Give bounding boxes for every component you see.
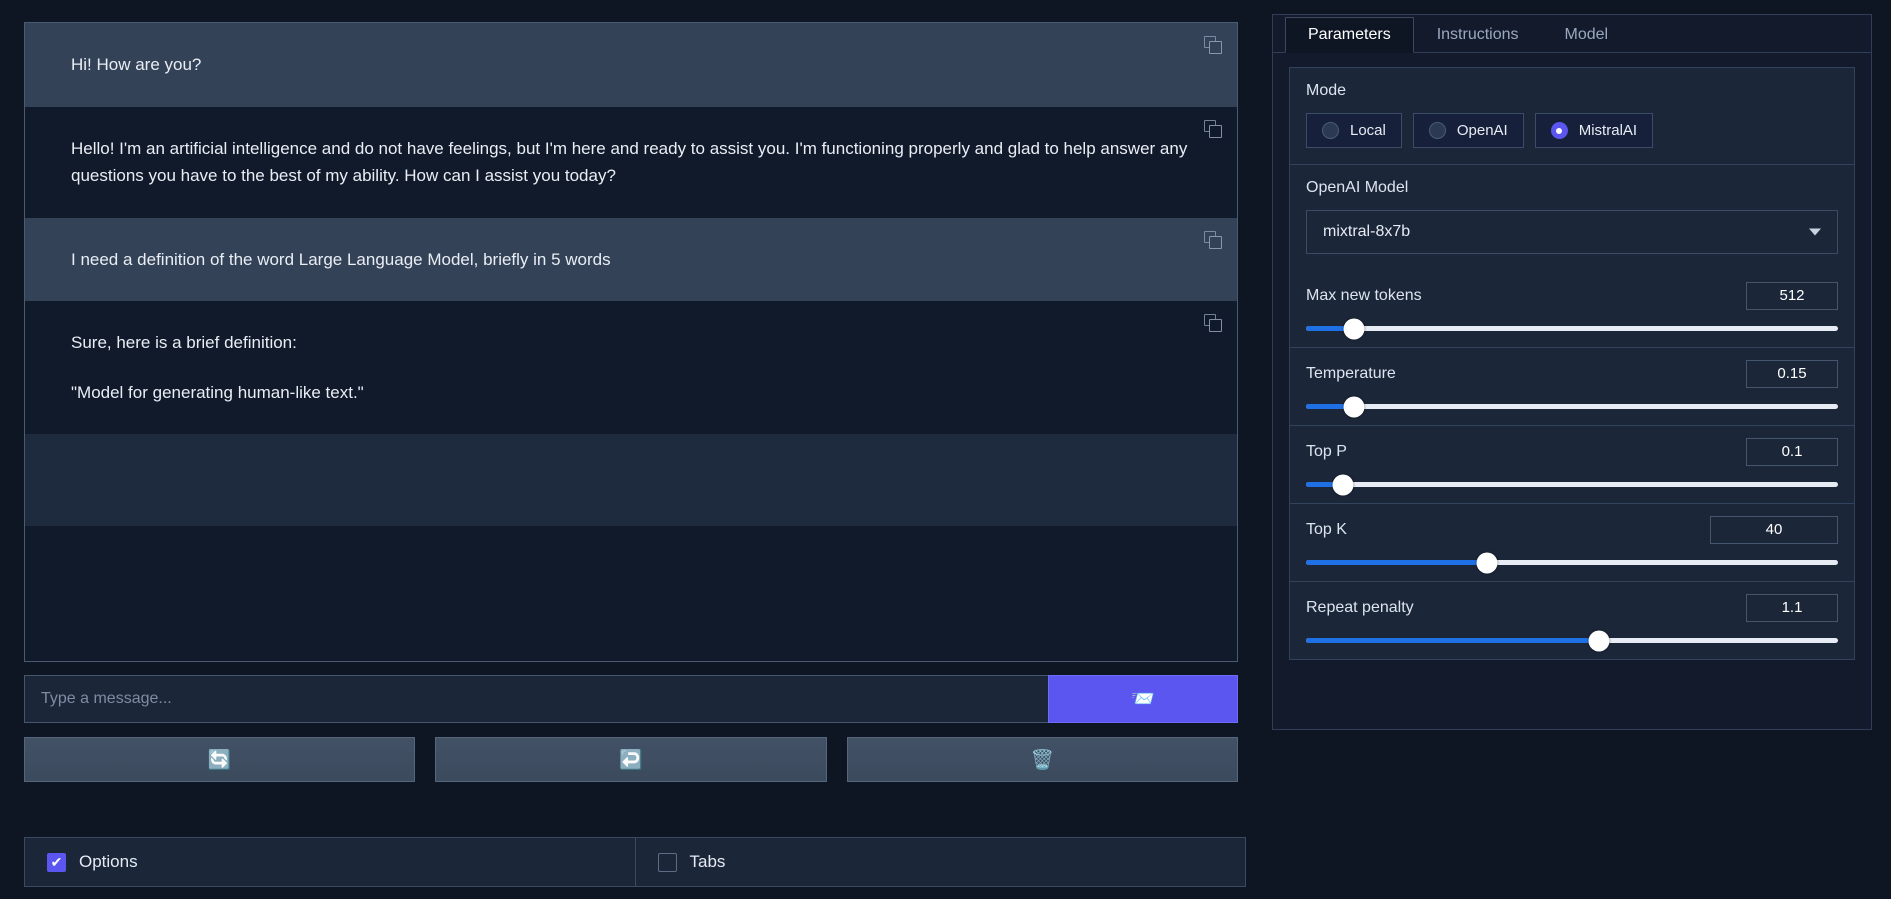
mode-option-label: Local [1350,122,1386,139]
chat-message-text: I need a definition of the word Large La… [71,249,611,269]
mode-option-label: OpenAI [1456,122,1508,139]
app-root: Hi! How are you? Hello! I'm an artificia… [0,0,1891,899]
model-select-value: mixtral-8x7b [1323,223,1411,240]
mode-option-mistralai[interactable]: MistralAI [1534,113,1654,148]
slider-track[interactable] [1306,318,1838,339]
slider-track[interactable] [1306,396,1838,417]
action-button-row: 🔄 ↩️ 🗑️ [24,737,1238,782]
chat-message-assistant: Sure, here is a brief definition: "Model… [25,301,1237,435]
tab-instructions[interactable]: Instructions [1414,17,1542,52]
slider-value-input[interactable]: 512 [1746,282,1838,310]
chat-message-user: I need a definition of the word Large La… [25,217,1237,302]
mode-option-label: MistralAI [1578,122,1638,139]
refresh-icon: 🔄 [207,749,232,771]
slider-knob[interactable] [1343,318,1365,339]
chat-pane: Hi! How are you? Hello! I'm an artificia… [0,0,1267,899]
slider-track[interactable] [1306,630,1838,651]
composer-row: 📨 [24,675,1238,723]
model-section: OpenAI Model mixtral-8x7b [1290,164,1854,270]
copy-icon[interactable] [1204,36,1223,55]
slider-knob[interactable] [1332,474,1354,495]
checkbox-options[interactable]: ✔ Options [25,838,635,886]
mode-label: Mode [1306,82,1347,99]
mode-section: Mode Local OpenAI MistralAI [1290,68,1854,164]
slider-knob[interactable] [1343,396,1365,417]
model-select[interactable]: mixtral-8x7b [1306,210,1838,254]
slider-top-p: Top P 0.1 [1290,425,1854,503]
trash-icon: 🗑️ [1030,749,1055,771]
radio-selected-icon [1550,122,1568,139]
tab-strip: Parameters Instructions Model [1273,15,1871,53]
clear-button[interactable]: 🗑️ [846,737,1238,782]
slider-label: Repeat penalty [1306,599,1414,616]
slider-value-input[interactable]: 0.15 [1746,360,1838,388]
chat-log[interactable]: Hi! How are you? Hello! I'm an artificia… [24,22,1238,662]
send-envelope-icon: 📨 [1131,689,1155,710]
slider-label: Temperature [1306,365,1396,382]
checkbox-tabs[interactable]: Tabs [634,838,1246,886]
slider-temperature: Temperature 0.15 [1290,347,1854,425]
chat-message-assistant: Hello! I'm an artificial intelligence an… [25,106,1237,218]
checkbox-options-label: Options [79,852,138,871]
message-input[interactable] [24,675,1048,723]
undo-arrow-icon: ↩️ [619,749,643,771]
chevron-down-icon [1809,228,1821,236]
slider-value-input[interactable]: 0.1 [1746,438,1838,466]
undo-button[interactable]: ↩️ [435,737,827,782]
send-button[interactable]: 📨 [1048,675,1238,723]
tab-parameters[interactable]: Parameters [1285,17,1414,53]
checkbox-tabs-label: Tabs [689,852,726,871]
model-label: OpenAI Model [1306,179,1409,196]
parameters-card: Mode Local OpenAI MistralAI OpenAI Model… [1289,67,1855,660]
chat-log-filler [25,434,1237,527]
chat-message-text: Hi! How are you? [71,55,202,74]
slider-knob[interactable] [1588,630,1610,651]
settings-pane: Parameters Instructions Model Mode Local… [1272,14,1872,730]
chat-message-user: Hi! How are you? [25,23,1237,107]
slider-label: Top P [1306,443,1347,460]
regenerate-button[interactable]: 🔄 [24,737,416,782]
checkmark-icon[interactable]: ✔ [47,852,66,872]
slider-top-k: Top K 40 [1290,503,1854,581]
mode-option-openai[interactable]: OpenAI [1412,113,1524,148]
copy-icon[interactable] [1204,314,1223,333]
copy-icon[interactable] [1204,230,1223,250]
radio-icon [1428,122,1446,139]
slider-value-input[interactable]: 1.1 [1746,594,1838,622]
slider-label: Max new tokens [1306,287,1422,304]
copy-icon[interactable] [1204,119,1223,139]
slider-repeat-penalty: Repeat penalty 1.1 [1290,581,1854,659]
radio-icon [1322,122,1339,139]
bottom-toggle-bar: ✔ Options Tabs [24,837,1246,887]
tab-model[interactable]: Model [1542,17,1632,52]
slider-track[interactable] [1306,474,1838,495]
mode-option-local[interactable]: Local [1306,113,1402,148]
chat-message-text: Sure, here is a brief definition: [71,333,297,353]
chat-message-text-second: "Model for generating human-like text." [71,382,364,402]
mode-radio-group: Local OpenAI MistralAI [1306,113,1838,148]
slider-value-input[interactable]: 40 [1710,516,1838,544]
checkbox-empty-icon[interactable] [657,852,677,872]
slider-knob[interactable] [1476,552,1498,573]
chat-message-text: Hello! I'm an artificial intelligence an… [71,138,1188,186]
slider-label: Top K [1306,521,1347,538]
slider-track[interactable] [1306,552,1838,573]
slider-max-new-tokens: Max new tokens 512 [1290,270,1854,347]
